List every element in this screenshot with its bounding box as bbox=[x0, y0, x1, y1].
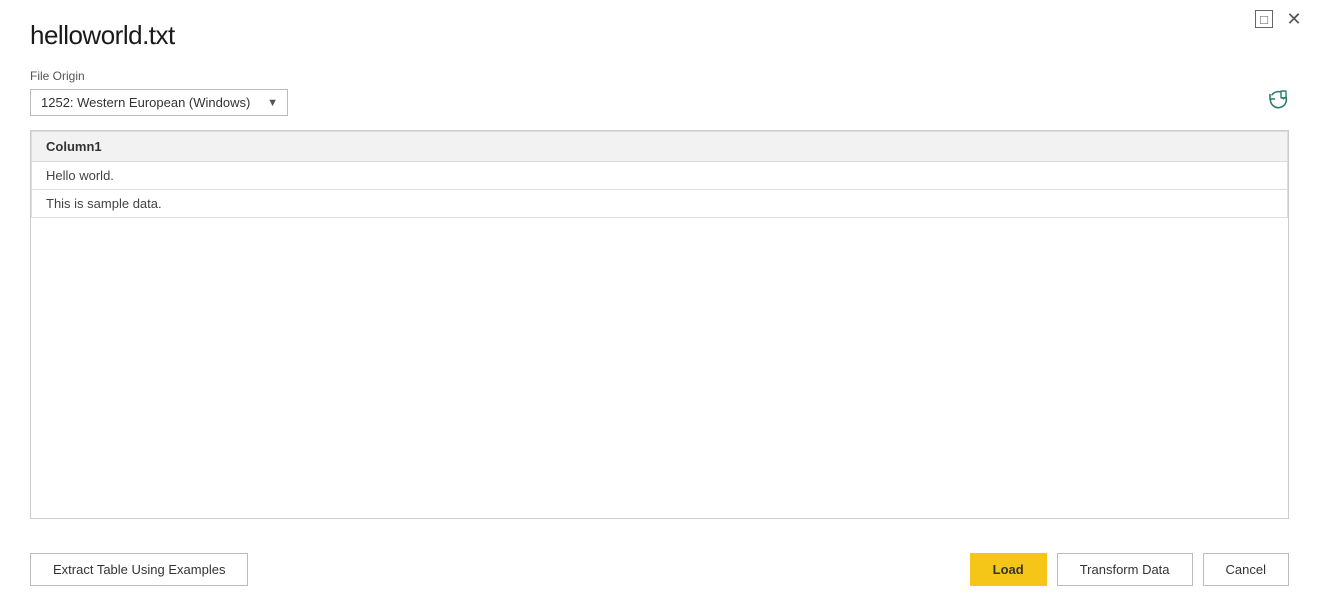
column1-header: Column1 bbox=[32, 132, 1288, 162]
load-button[interactable]: Load bbox=[970, 553, 1047, 586]
table-cell: Hello world. bbox=[32, 162, 1288, 190]
footer: Extract Table Using Examples Load Transf… bbox=[0, 539, 1319, 600]
file-origin-select[interactable]: 1252: Western European (Windows) UTF-8 U… bbox=[30, 89, 288, 116]
table-cell: This is sample data. bbox=[32, 190, 1288, 218]
cancel-button[interactable]: Cancel bbox=[1203, 553, 1289, 586]
table-header-row: Column1 bbox=[32, 132, 1288, 162]
file-origin-row: 1252: Western European (Windows) UTF-8 U… bbox=[30, 89, 1289, 116]
file-origin-label: File Origin bbox=[30, 69, 1289, 83]
extract-table-button[interactable]: Extract Table Using Examples bbox=[30, 553, 248, 586]
data-table: Column1 Hello world.This is sample data. bbox=[31, 131, 1288, 218]
footer-right: Load Transform Data Cancel bbox=[970, 553, 1289, 586]
table-row: This is sample data. bbox=[32, 190, 1288, 218]
page-title: helloworld.txt bbox=[30, 20, 1289, 51]
footer-left: Extract Table Using Examples bbox=[30, 553, 248, 586]
file-origin-select-wrapper: 1252: Western European (Windows) UTF-8 U… bbox=[30, 89, 288, 116]
close-button[interactable]: ✕ bbox=[1285, 10, 1303, 28]
transform-data-button[interactable]: Transform Data bbox=[1057, 553, 1193, 586]
main-content: helloworld.txt File Origin 1252: Western… bbox=[0, 0, 1319, 539]
main-window: □ ✕ helloworld.txt File Origin 1252: Wes… bbox=[0, 0, 1319, 600]
data-table-container: Column1 Hello world.This is sample data. bbox=[30, 130, 1289, 519]
refresh-icon[interactable] bbox=[1267, 89, 1289, 116]
table-row: Hello world. bbox=[32, 162, 1288, 190]
title-bar-controls: □ ✕ bbox=[1255, 10, 1303, 28]
minimize-button[interactable]: □ bbox=[1255, 10, 1273, 28]
